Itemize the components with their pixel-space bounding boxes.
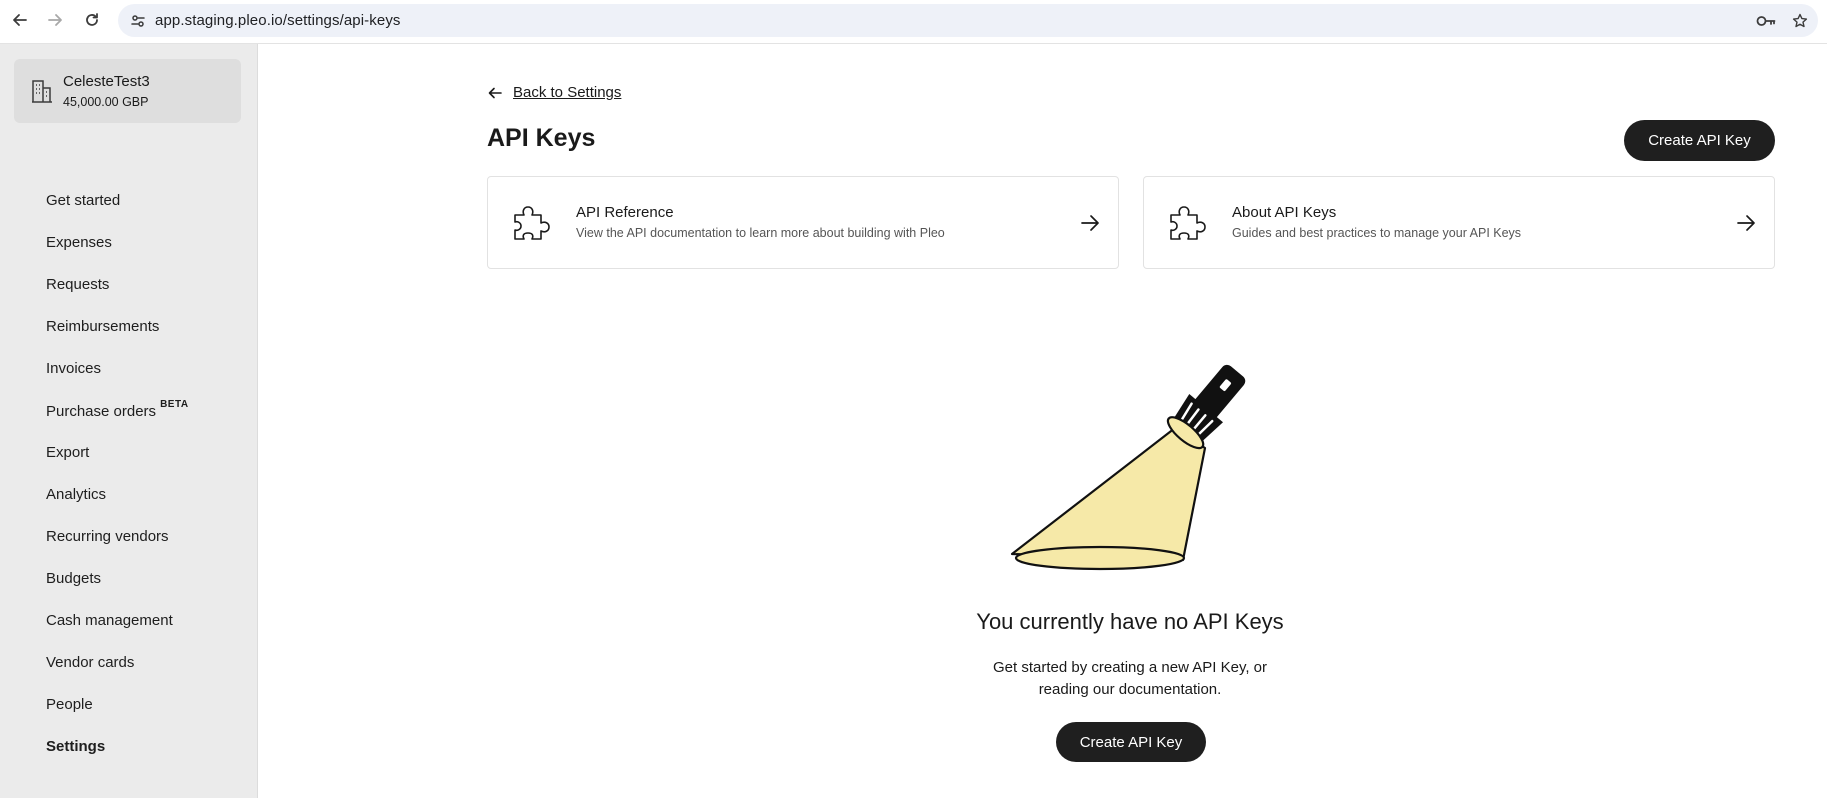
- empty-state-create-api-key-button[interactable]: Create API Key: [1056, 722, 1206, 762]
- sidebar-item-budgets[interactable]: Budgets: [46, 570, 101, 587]
- card-subtitle: View the API documentation to learn more…: [576, 226, 945, 240]
- sidebar-item-vendor-cards[interactable]: Vendor cards: [46, 654, 134, 671]
- sidebar: CelesteTest3 45,000.00 GBP Get started E…: [0, 44, 258, 798]
- sidebar-item-purchase-orders[interactable]: Purchase orders BETA: [46, 399, 189, 420]
- sidebar-item-label: Purchase orders: [46, 403, 157, 420]
- api-reference-card[interactable]: API Reference View the API documentation…: [487, 176, 1119, 269]
- reload-icon[interactable]: [80, 8, 104, 32]
- card-title: API Reference: [576, 204, 674, 221]
- browser-toolbar: app.staging.pleo.io/settings/api-keys: [0, 0, 1827, 44]
- sidebar-item-analytics[interactable]: Analytics: [46, 486, 106, 503]
- company-name: CelesteTest3: [63, 73, 150, 90]
- empty-state-line: reading our documentation.: [1038, 681, 1222, 698]
- beta-badge: BETA: [160, 399, 189, 410]
- sidebar-item-cash-management[interactable]: Cash management: [46, 612, 173, 629]
- address-bar[interactable]: app.staging.pleo.io/settings/api-keys: [118, 4, 1818, 37]
- page-title: API Keys: [487, 124, 596, 152]
- url-text[interactable]: app.staging.pleo.io/settings/api-keys: [155, 12, 401, 29]
- company-switcher[interactable]: CelesteTest3 45,000.00 GBP: [14, 59, 241, 123]
- create-api-key-button[interactable]: Create API Key: [1624, 120, 1775, 161]
- sidebar-item-reimbursements[interactable]: Reimbursements: [46, 318, 159, 335]
- sidebar-item-people[interactable]: People: [46, 696, 93, 713]
- sidebar-item-expenses[interactable]: Expenses: [46, 234, 112, 251]
- flashlight-illustration: [1010, 364, 1246, 571]
- empty-state-title: You currently have no API Keys: [976, 609, 1284, 634]
- puzzle-icon: [1170, 206, 1206, 240]
- sidebar-item-get-started[interactable]: Get started: [46, 192, 120, 209]
- empty-state-line: Get started by creating a new API Key, o…: [992, 659, 1268, 676]
- arrow-left-icon: [488, 87, 502, 98]
- empty-state-description: Get started by creating a new API Key, o…: [960, 657, 1300, 701]
- sidebar-item-recurring-vendors[interactable]: Recurring vendors: [46, 528, 169, 545]
- sidebar-item-invoices[interactable]: Invoices: [46, 360, 101, 377]
- back-link-label: Back to Settings: [513, 84, 622, 101]
- building-icon: [32, 80, 52, 103]
- bookmark-star-icon[interactable]: [1788, 9, 1812, 33]
- sidebar-item-export[interactable]: Export: [46, 444, 89, 461]
- arrow-right-icon: [1737, 215, 1755, 231]
- back-icon[interactable]: [8, 8, 32, 32]
- password-key-icon[interactable]: [1754, 9, 1778, 33]
- about-api-keys-card[interactable]: About API Keys Guides and best practices…: [1143, 176, 1775, 269]
- card-title: About API Keys: [1232, 204, 1337, 221]
- company-balance: 45,000.00 GBP: [63, 95, 149, 109]
- arrow-right-icon: [1081, 215, 1099, 231]
- puzzle-icon: [514, 206, 550, 240]
- card-subtitle: Guides and best practices to manage your…: [1232, 226, 1522, 240]
- sidebar-item-requests[interactable]: Requests: [46, 276, 109, 293]
- forward-icon[interactable]: [43, 8, 67, 32]
- back-to-settings-link[interactable]: Back to Settings: [487, 84, 621, 101]
- site-info-icon[interactable]: [126, 9, 150, 33]
- sidebar-item-settings[interactable]: Settings: [46, 738, 105, 755]
